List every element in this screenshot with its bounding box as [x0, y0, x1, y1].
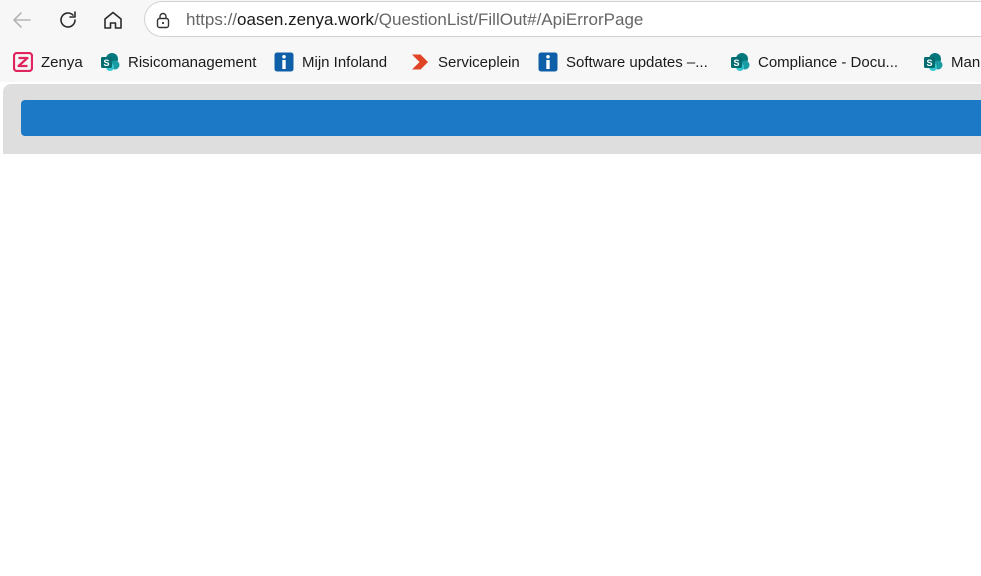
- bookmark-label: Risicomanagement: [128, 53, 257, 71]
- bookmark-label: Man: [951, 53, 981, 71]
- bookmark-serviceplein[interactable]: Serviceplein: [410, 51, 520, 73]
- page-content: [0, 82, 981, 576]
- bookmark-man[interactable]: S Man: [923, 51, 980, 73]
- bookmark-label: Mijn Infoland: [302, 53, 388, 71]
- bookmark-label: Compliance - Docu...: [758, 53, 899, 71]
- bookmark-mijn-infoland[interactable]: Mijn Infoland: [274, 51, 387, 73]
- reload-icon: [60, 11, 76, 28]
- serviceplein-icon: [412, 54, 428, 70]
- sharepoint-icon: S: [924, 53, 943, 71]
- url-path: /QuestionList/FillOut#/ApiErrorPage: [374, 10, 644, 29]
- browser-toolbar: https://oasen.zenya.work/QuestionList/Fi…: [0, 0, 981, 42]
- app-header: [3, 84, 981, 154]
- bookmarks-bar: Zenya S Risicomanagement Mijn Infoland S…: [0, 42, 981, 82]
- url-host: oasen.zenya.work: [237, 10, 375, 29]
- zenya-logo-icon: [13, 52, 33, 72]
- bookmark-label: Zenya: [41, 53, 83, 71]
- arrow-left-icon: [13, 12, 31, 28]
- svg-text:S: S: [103, 58, 109, 68]
- home-button[interactable]: [96, 4, 130, 36]
- bookmark-risicomanagement[interactable]: S Risicomanagement: [100, 51, 256, 73]
- url-text[interactable]: https://oasen.zenya.work/QuestionList/Fi…: [186, 9, 643, 31]
- address-bar[interactable]: https://oasen.zenya.work/QuestionList/Fi…: [144, 1, 981, 37]
- bookmark-label: Software updates –...: [566, 53, 708, 71]
- reload-button[interactable]: [51, 4, 85, 36]
- app-header-bar: [21, 100, 981, 136]
- svg-text:S: S: [926, 58, 932, 68]
- back-button[interactable]: [5, 4, 39, 36]
- bookmark-compliance[interactable]: S Compliance - Docu...: [730, 51, 898, 73]
- lock-icon[interactable]: [153, 10, 173, 30]
- sharepoint-icon: S: [731, 53, 750, 71]
- bookmark-zenya[interactable]: Zenya: [13, 51, 83, 73]
- svg-text:S: S: [733, 58, 739, 68]
- url-scheme: https://: [186, 10, 238, 29]
- bookmark-software-updates[interactable]: Software updates –...: [538, 51, 708, 73]
- sharepoint-icon: S: [101, 53, 120, 71]
- bookmark-label: Serviceplein: [438, 53, 520, 71]
- infoland-icon: [538, 52, 558, 72]
- infoland-icon: [274, 52, 294, 72]
- home-icon: [104, 11, 122, 29]
